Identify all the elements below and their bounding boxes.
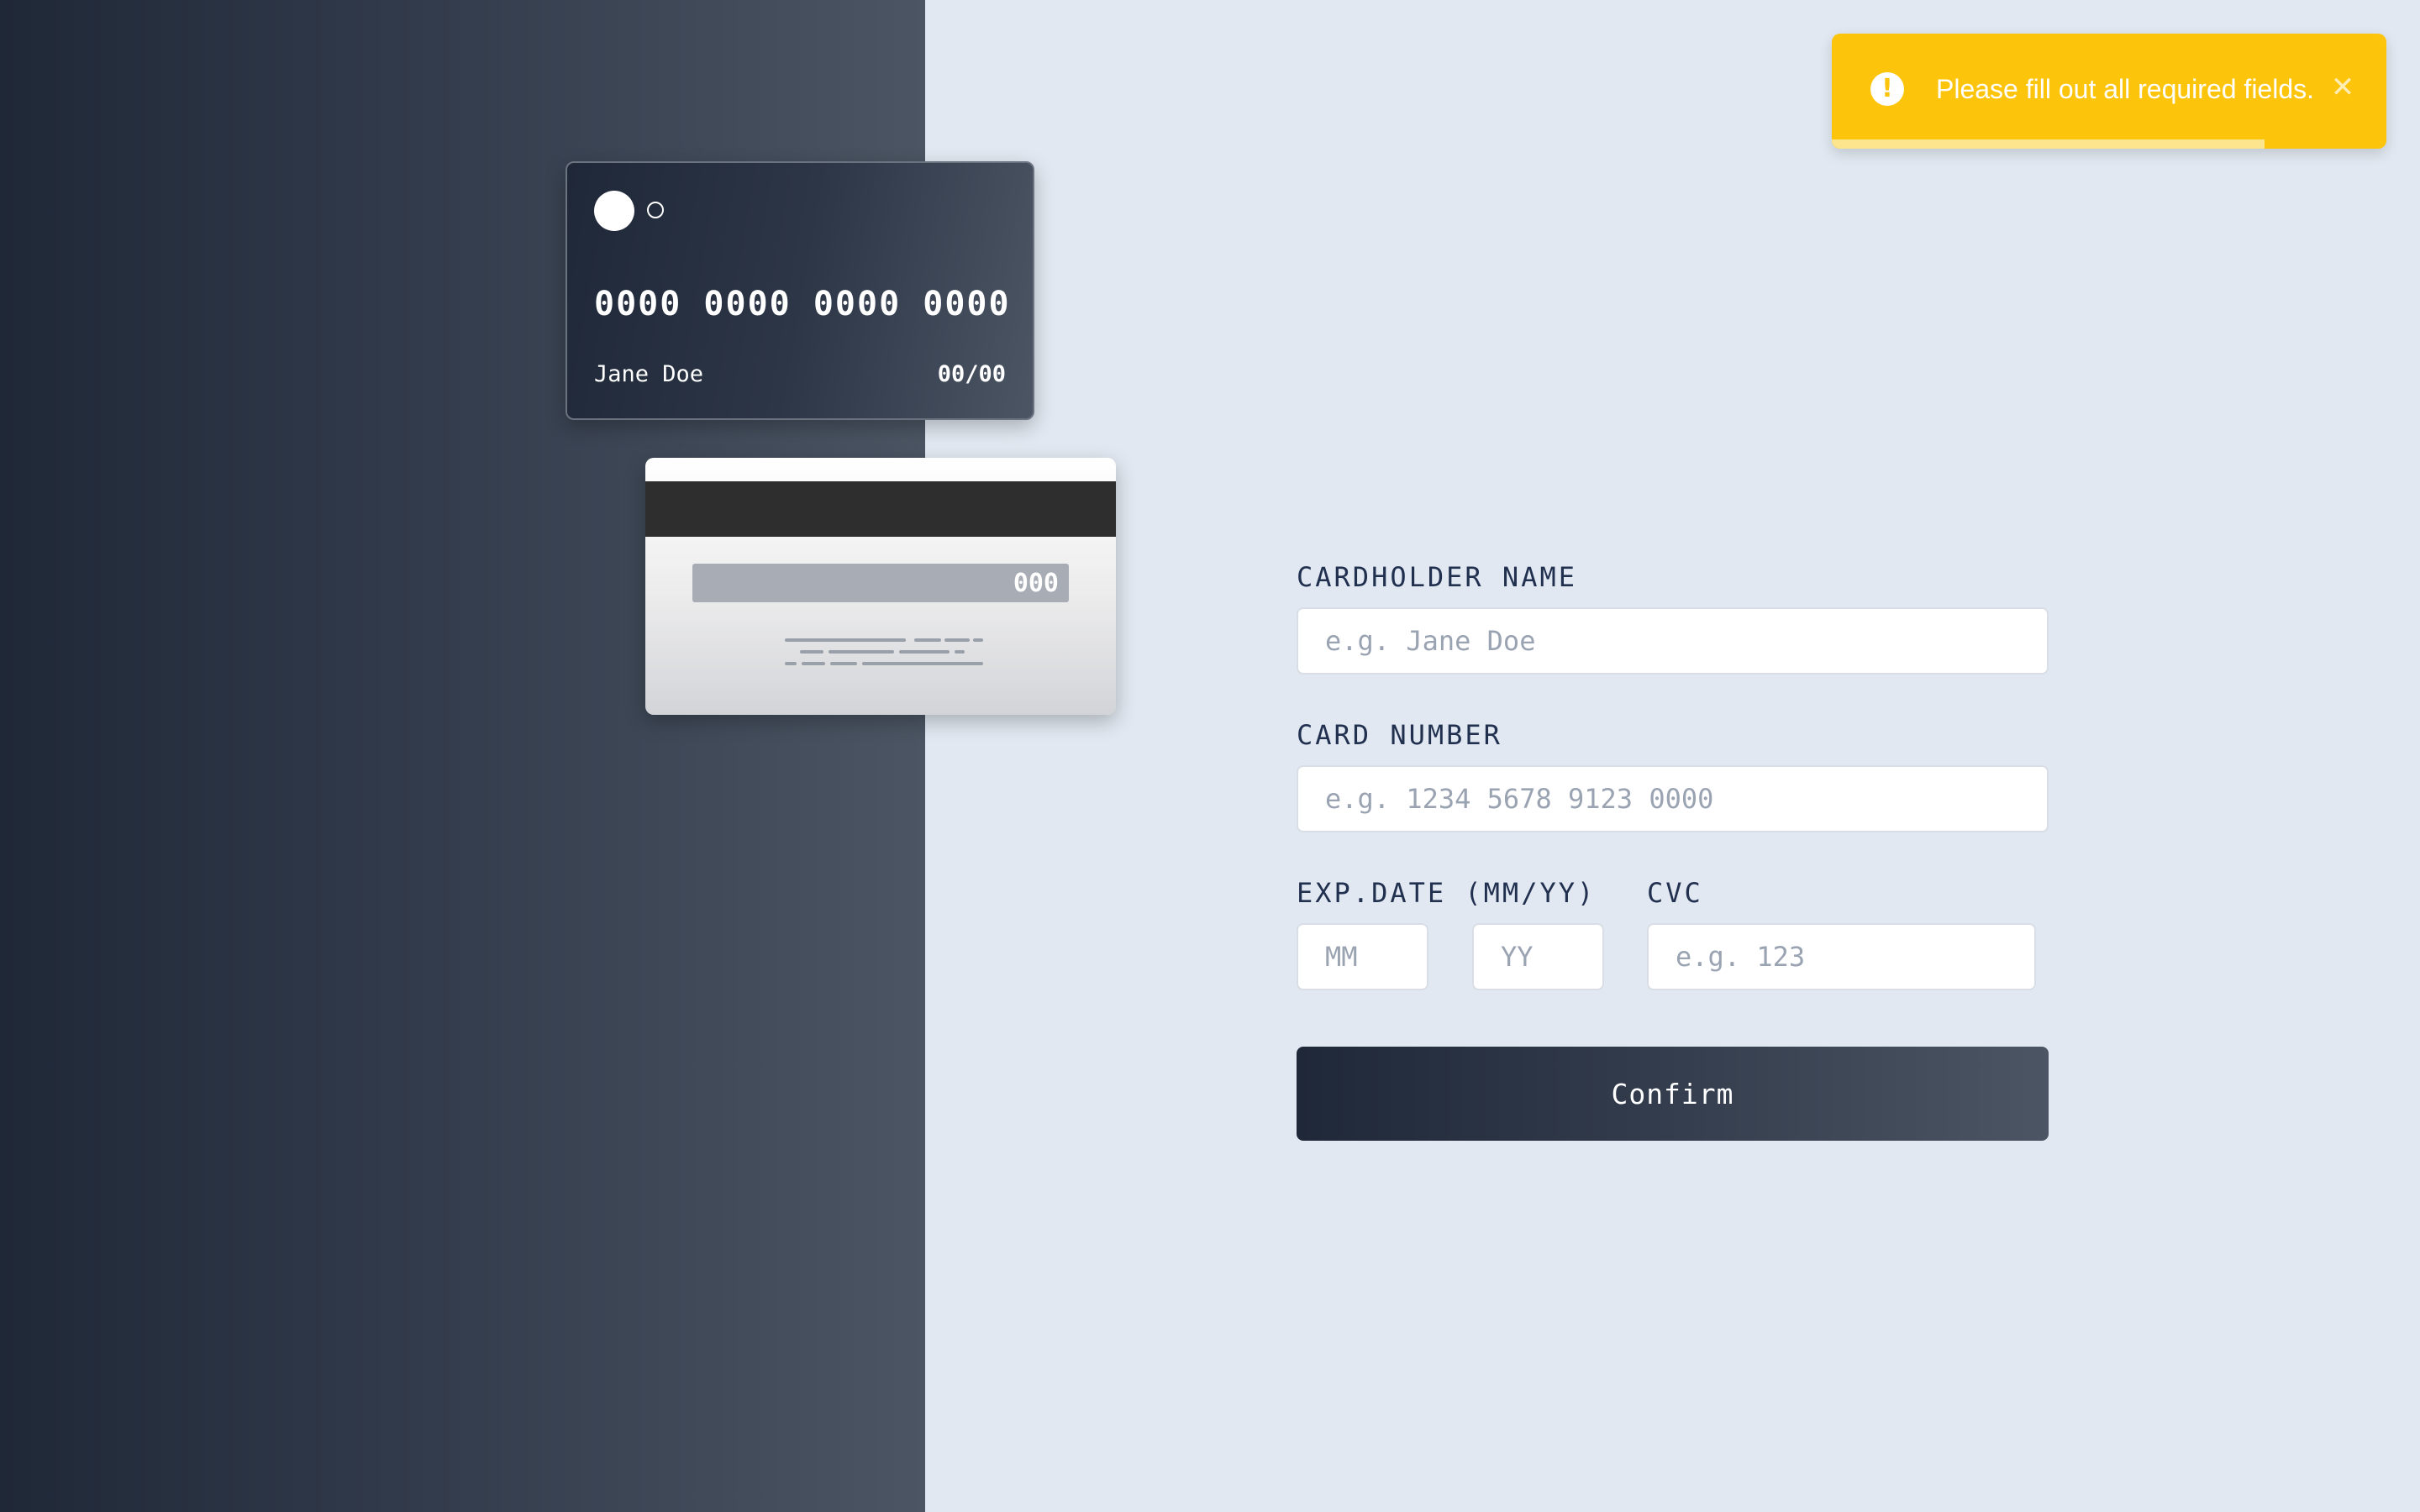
card-front-preview: 0000 0000 0000 0000 Jane Doe 00/00 (566, 161, 1034, 420)
close-icon[interactable]: ✕ (2324, 69, 2361, 106)
magnetic-stripe (645, 481, 1116, 537)
cardholder-name-label: CARDHOLDER NAME (1297, 561, 1577, 593)
card-back-preview: 000 (645, 458, 1116, 715)
exclamation-circle-icon: ! (1870, 72, 1904, 106)
cvc-label: CVC (1647, 877, 1703, 909)
signature-strip: 000 (692, 564, 1069, 602)
expiry-date-label: EXP.DATE (MM/YY) (1297, 877, 1597, 909)
card-brand-logo-small-circle-icon (647, 202, 664, 218)
confirm-button[interactable]: Confirm (1297, 1047, 2049, 1141)
warning-toast: ! Please fill out all required fields. ✕ (1832, 34, 2386, 149)
expiry-year-input[interactable] (1472, 923, 1604, 990)
card-details-page: 0000 0000 0000 0000 Jane Doe 00/00 000 C… (0, 0, 2420, 1512)
toast-progress-fill (1832, 139, 2265, 149)
card-back-decorative-lines (785, 638, 983, 665)
card-cvc-display: 000 (1013, 569, 1059, 598)
card-number-label: CARD NUMBER (1297, 719, 1502, 751)
cardholder-name-input[interactable] (1297, 607, 2049, 675)
toast-message: Please fill out all required fields. (1936, 74, 2315, 104)
toast-progress-bar (1832, 139, 2386, 149)
card-brand-logo-large-circle-icon (594, 191, 634, 231)
cvc-input[interactable] (1647, 923, 2036, 990)
card-number-display: 0000 0000 0000 0000 (594, 285, 1011, 323)
expiry-month-input[interactable] (1297, 923, 1428, 990)
card-number-input[interactable] (1297, 765, 2049, 832)
card-holder-display: Jane Doe (594, 361, 704, 387)
right-panel (925, 0, 2420, 1512)
card-expiry-display: 00/00 (937, 361, 1006, 387)
